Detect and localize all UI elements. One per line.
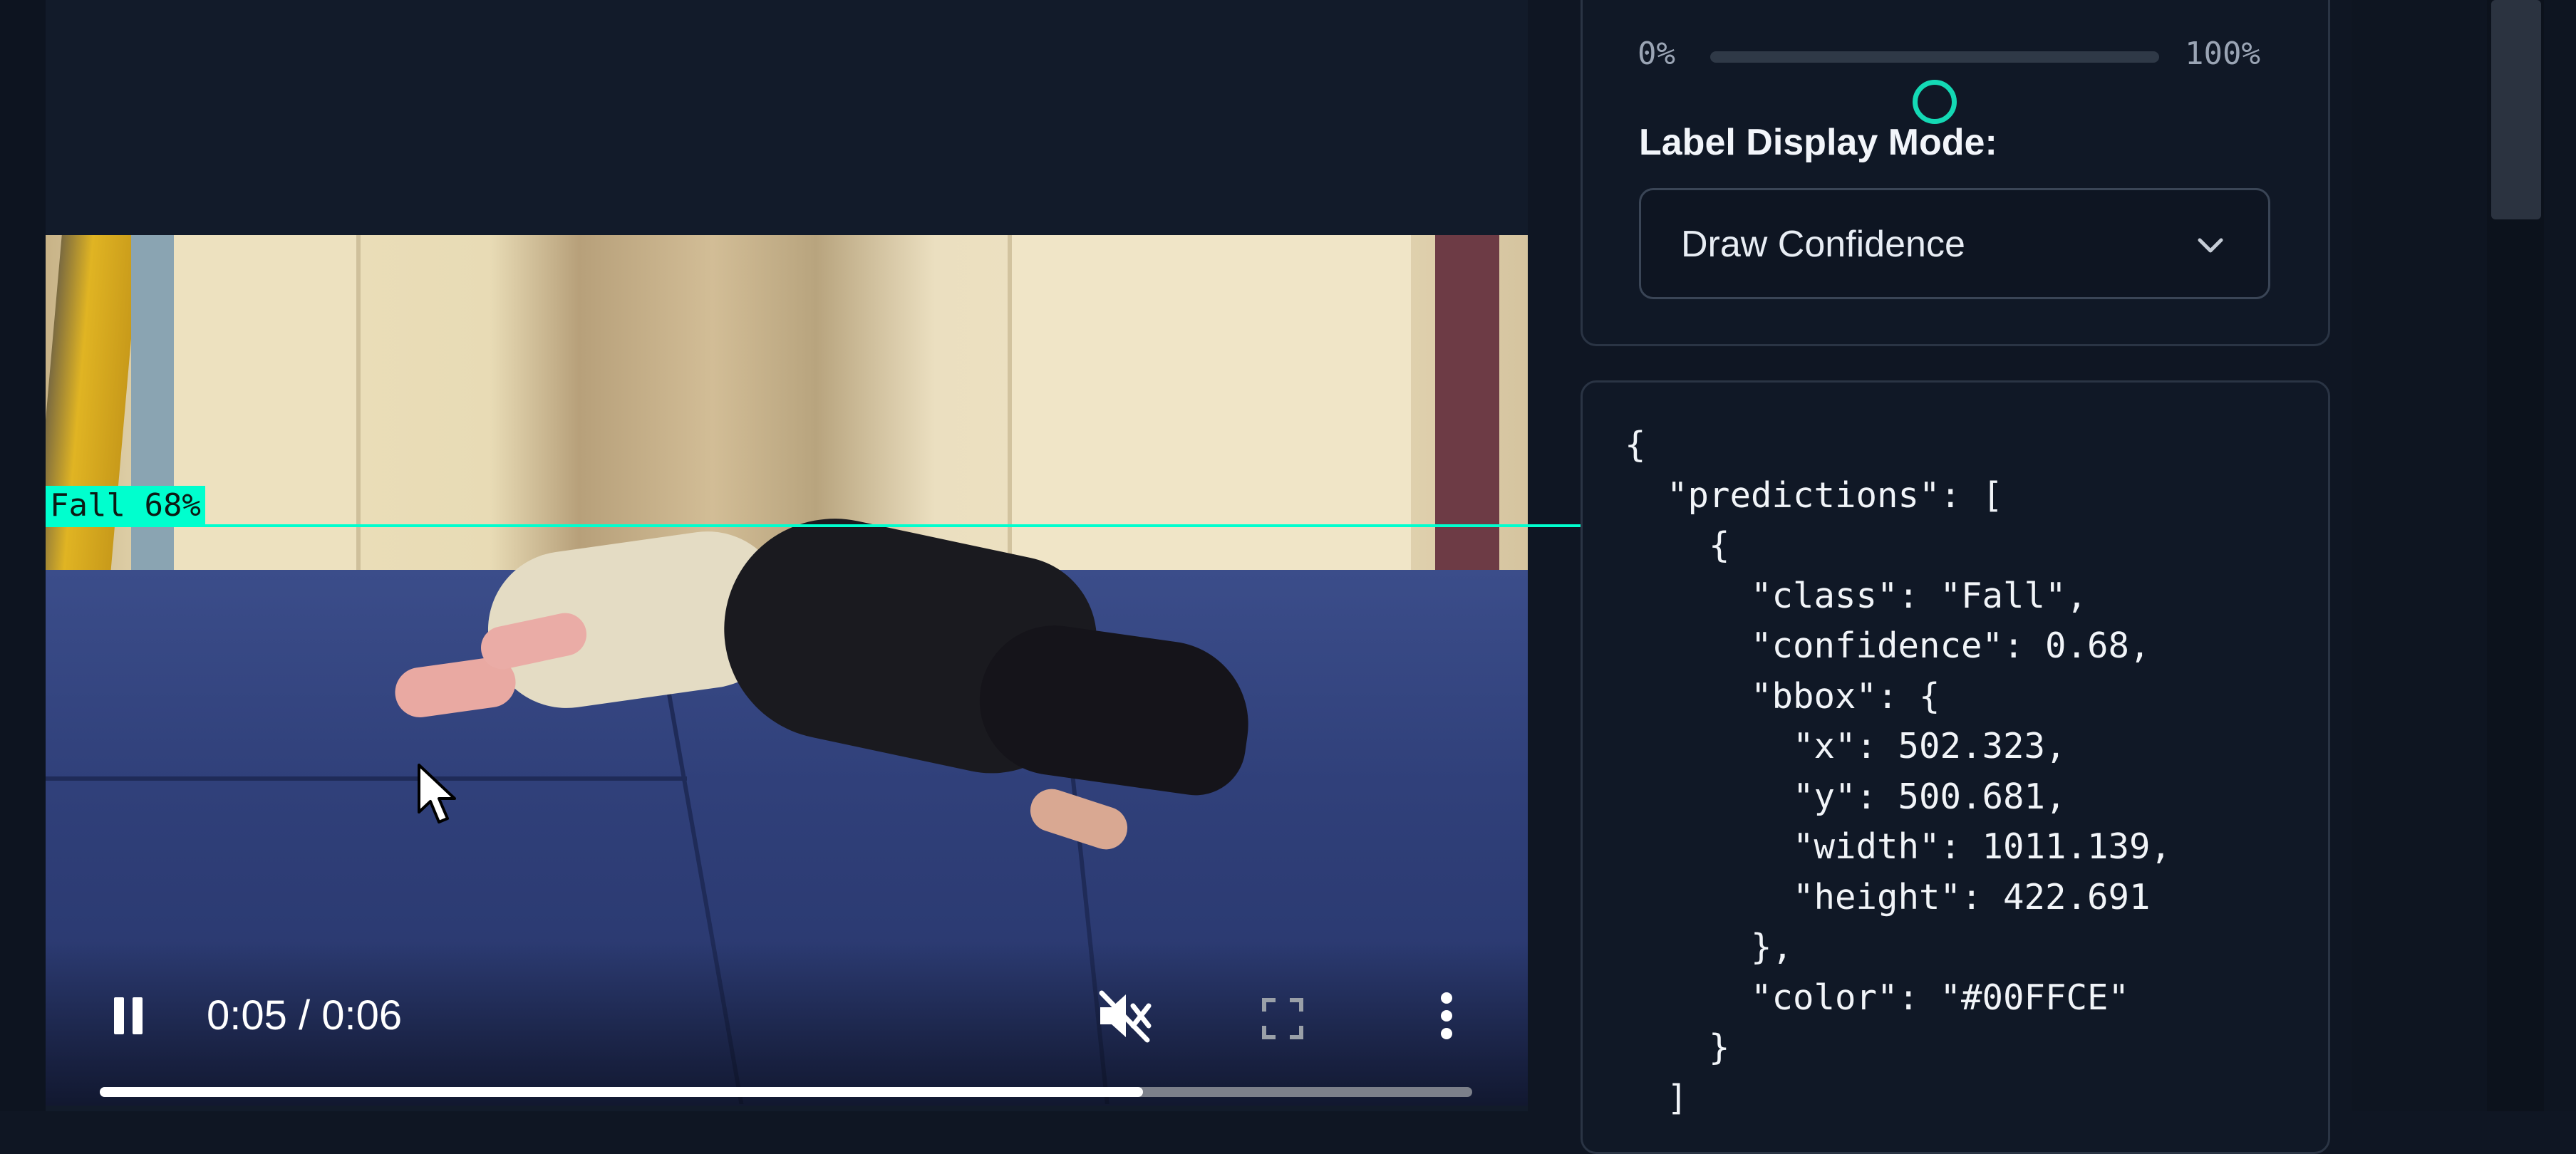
video-frame-blue-pole bbox=[131, 235, 174, 605]
detection-box-edge bbox=[46, 524, 1585, 527]
label-display-mode-select[interactable]: Draw Confidence bbox=[1639, 188, 2270, 299]
detection-label: Fall 68% bbox=[46, 486, 205, 526]
slider-min-label: 0% bbox=[1638, 36, 1675, 72]
mute-button[interactable] bbox=[1090, 987, 1159, 1044]
chevron-down-icon bbox=[2198, 238, 2223, 253]
video-progress-bar[interactable] bbox=[100, 1087, 1472, 1097]
video-frame-cabinet-right bbox=[1008, 235, 1411, 605]
select-value: Draw Confidence bbox=[1681, 224, 1965, 265]
overlap-slider[interactable] bbox=[1710, 51, 2159, 124]
mouse-cursor-icon bbox=[418, 764, 456, 823]
pause-button[interactable] bbox=[100, 987, 157, 1044]
pause-icon bbox=[110, 997, 147, 1034]
video-progress-fill bbox=[100, 1087, 1143, 1097]
predictions-json: { "predictions": [ { "class": "Fall", "c… bbox=[1625, 425, 2172, 1118]
slider-thumb[interactable] bbox=[1913, 80, 1957, 124]
video-time: 0:05 / 0:06 bbox=[207, 992, 403, 1039]
more-options-button[interactable] bbox=[1418, 987, 1475, 1044]
fullscreen-button[interactable] bbox=[1254, 990, 1311, 1047]
left-frame bbox=[0, 0, 47, 1111]
volume-muted-icon bbox=[1099, 990, 1152, 1043]
fullscreen-icon bbox=[1262, 998, 1303, 1039]
mat-seam bbox=[46, 776, 687, 781]
label-display-mode-heading: Label Display Mode: bbox=[1639, 122, 1997, 163]
page-scrollbar-thumb[interactable] bbox=[2491, 0, 2541, 219]
more-vertical-icon bbox=[1441, 992, 1452, 1039]
slider-max-label: 100% bbox=[2185, 36, 2260, 72]
